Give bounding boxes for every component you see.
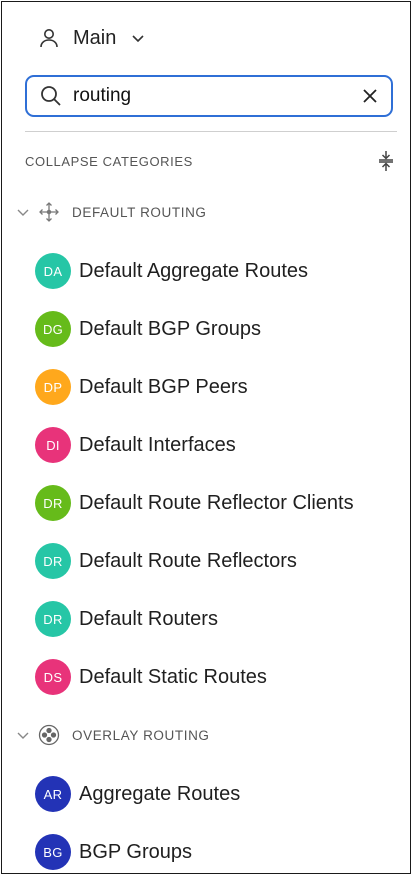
workspace-selector[interactable]: Main	[37, 24, 146, 52]
collapse-categories-row: COLLAPSE CATEGORIES	[25, 150, 395, 172]
move-arrows-icon	[38, 201, 60, 223]
item-label: Default BGP Groups	[79, 317, 261, 340]
item-badge: BG	[35, 834, 71, 870]
chevron-down-icon	[16, 728, 30, 742]
item-label: Default Routers	[79, 607, 218, 630]
item-label: Default Route Reflectors	[79, 549, 297, 572]
search-input[interactable]	[71, 84, 359, 108]
category-overlay-routing[interactable]: OVERLAY ROUTING	[16, 724, 210, 746]
item-badge: DR	[35, 485, 71, 521]
list-item-default-aggregate-routes[interactable]: DA Default Aggregate Routes	[35, 253, 308, 289]
collapse-categories-label: COLLAPSE CATEGORIES	[25, 153, 193, 169]
list-item-bgp-groups[interactable]: BG BGP Groups	[35, 834, 192, 870]
clear-search-icon[interactable]	[359, 85, 381, 107]
item-label: Default BGP Peers	[79, 375, 248, 398]
item-badge: DI	[35, 427, 71, 463]
list-item-default-bgp-peers[interactable]: DP Default BGP Peers	[35, 369, 248, 405]
navigation-panel: Main COLLAPSE CATEGORIES	[1, 1, 411, 874]
item-label: Default Interfaces	[79, 433, 236, 456]
chevron-down-icon	[130, 30, 146, 46]
category-label: DEFAULT ROUTING	[72, 204, 207, 220]
item-label: BGP Groups	[79, 840, 193, 863]
list-item-default-route-reflector-clients[interactable]: DR Default Route Reflector Clients	[35, 485, 354, 521]
item-badge: DP	[35, 369, 71, 405]
divider	[25, 131, 397, 132]
list-item-default-static-routes[interactable]: DS Default Static Routes	[35, 659, 267, 695]
list-item-default-routers[interactable]: DR Default Routers	[35, 601, 218, 637]
list-item-default-bgp-groups[interactable]: DG Default BGP Groups	[35, 311, 261, 347]
item-badge: DR	[35, 543, 71, 579]
item-badge: DS	[35, 659, 71, 695]
item-label: Aggregate Routes	[79, 782, 241, 805]
item-label: Default Static Routes	[79, 665, 267, 688]
list-item-default-route-reflectors[interactable]: DR Default Route Reflectors	[35, 543, 297, 579]
user-icon	[37, 26, 61, 50]
overlay-network-icon	[38, 724, 60, 746]
list-item-aggregate-routes[interactable]: AR Aggregate Routes	[35, 776, 240, 812]
category-default-routing[interactable]: DEFAULT ROUTING	[16, 201, 207, 223]
item-badge: DA	[35, 253, 71, 289]
item-badge: AR	[35, 776, 71, 812]
category-label: OVERLAY ROUTING	[72, 727, 210, 743]
item-badge: DG	[35, 311, 71, 347]
item-label: Default Aggregate Routes	[79, 259, 309, 282]
collapse-all-icon[interactable]	[377, 150, 395, 172]
item-badge: DR	[35, 601, 71, 637]
search-box	[25, 75, 393, 117]
chevron-down-icon	[16, 205, 30, 219]
search-icon	[39, 84, 63, 108]
item-label: Default Route Reflector Clients	[79, 491, 354, 514]
list-item-default-interfaces[interactable]: DI Default Interfaces	[35, 427, 236, 463]
workspace-label: Main	[73, 26, 117, 49]
